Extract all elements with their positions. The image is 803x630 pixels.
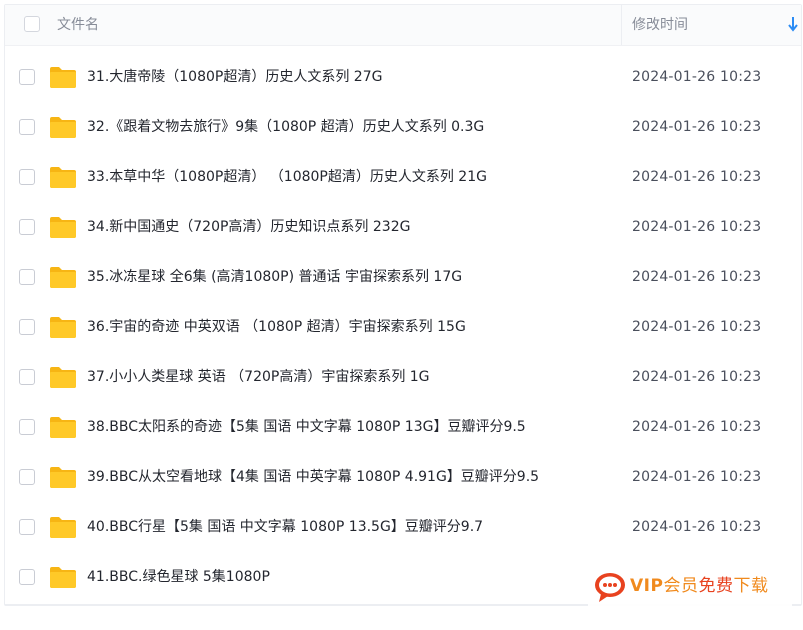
row-checkbox[interactable] [19,169,35,185]
modified-time: 2024-01-26 10:23 [632,469,762,485]
modified-time: 2024-01-26 10:23 [632,369,762,385]
modified-time: 2024-01-26 10:23 [632,269,762,285]
row-checkbox[interactable] [19,419,35,435]
watermark-text: VIP会员免费下载 [630,575,768,597]
file-name[interactable]: 32.《跟着文物去旅行》9集（1080P 超清）历史人文系列 0.3G [87,117,484,137]
modified-time: 2024-01-26 10:23 [632,169,762,185]
watermark-download: 下载 [733,576,769,596]
folder-icon[interactable] [49,515,77,539]
file-row[interactable]: 32.《跟着文物去旅行》9集（1080P 超清）历史人文系列 0.3G 2024-… [5,103,801,153]
row-checkbox[interactable] [19,269,35,285]
file-row[interactable]: 34.新中国通史（720P高清）历史知识点系列 232G 2024-01-26 1… [5,203,801,253]
row-checkbox[interactable] [19,369,35,385]
file-name[interactable]: 39.BBC从太空看地球【4集 国语 中英字幕 1080P 4.91G】豆瓣评分… [87,467,539,487]
row-checkbox[interactable] [19,219,35,235]
list-header: 文件名 修改时间 [5,5,801,46]
file-row[interactable]: 37.小小人类星球 英语 （720P高清）宇宙探索系列 1G 2024-01-26… [5,353,801,403]
watermark-member: 会员 [663,576,699,596]
file-name[interactable]: 36.宇宙的奇迹 中英双语 （1080P 超清）宇宙探索系列 15G [87,317,466,337]
folder-icon[interactable] [49,315,77,339]
chat-bubble-icon [595,573,625,602]
arrow-down-icon[interactable] [787,15,799,33]
file-row[interactable]: 36.宇宙的奇迹 中英双语 （1080P 超清）宇宙探索系列 15G 2024-0… [5,303,801,353]
folder-icon[interactable] [49,165,77,189]
watermark: VIP会员免费下载 [588,566,792,608]
file-name[interactable]: 31.大唐帝陵（1080P超清）历史人文系列 27G [87,67,382,87]
file-name[interactable]: 37.小小人类星球 英语 （720P高清）宇宙探索系列 1G [87,367,430,387]
file-list-page: 文件名 修改时间 31.大唐帝陵（1080P超清）历史人文系列 27G 2024-… [0,0,803,630]
modified-time: 2024-01-26 10:23 [632,319,762,335]
folder-icon[interactable] [49,215,77,239]
folder-icon[interactable] [49,365,77,389]
folder-icon[interactable] [49,65,77,89]
file-row[interactable]: 33.本草中华（1080P超清） （1080P超清）历史人文系列 21G 2024… [5,153,801,203]
select-all-checkbox[interactable] [24,16,40,32]
folder-icon[interactable] [49,265,77,289]
row-checkbox[interactable] [19,569,35,585]
watermark-vip: VIP [630,576,664,596]
modified-time: 2024-01-26 10:23 [632,219,762,235]
file-name[interactable]: 35.冰冻星球 全6集 (高清1080P) 普通话 宇宙探索系列 17G [87,267,462,287]
column-header-name[interactable]: 文件名 [57,15,99,35]
folder-icon[interactable] [49,565,77,589]
file-row[interactable]: 31.大唐帝陵（1080P超清）历史人文系列 27G 2024-01-26 10:… [5,53,801,103]
file-row[interactable]: 40.BBC行星【5集 国语 中文字幕 1080P 13.5G】豆瓣评分9.7 2… [5,503,801,553]
modified-time: 2024-01-26 10:23 [632,519,762,535]
file-row[interactable]: 35.冰冻星球 全6集 (高清1080P) 普通话 宇宙探索系列 17G 2024… [5,253,801,303]
file-name[interactable]: 34.新中国通史（720P高清）历史知识点系列 232G [87,217,410,237]
modified-time: 2024-01-26 10:23 [632,119,762,135]
file-row[interactable]: 38.BBC太阳系的奇迹【5集 国语 中文字幕 1080P 13G】豆瓣评分9.… [5,403,801,453]
watermark-free: 免费 [698,576,734,596]
modified-time: 2024-01-26 10:23 [632,69,762,85]
folder-icon[interactable] [49,415,77,439]
row-checkbox[interactable] [19,119,35,135]
row-checkbox[interactable] [19,69,35,85]
file-name[interactable]: 38.BBC太阳系的奇迹【5集 国语 中文字幕 1080P 13G】豆瓣评分9.… [87,417,526,437]
file-name[interactable]: 40.BBC行星【5集 国语 中文字幕 1080P 13.5G】豆瓣评分9.7 [87,517,483,537]
file-name[interactable]: 33.本草中华（1080P超清） （1080P超清）历史人文系列 21G [87,167,487,187]
folder-icon[interactable] [49,115,77,139]
row-checkbox[interactable] [19,519,35,535]
modified-time: 2024-01-26 10:23 [632,419,762,435]
row-checkbox[interactable] [19,319,35,335]
row-checkbox[interactable] [19,469,35,485]
column-header-time[interactable]: 修改时间 [632,15,688,35]
column-divider[interactable] [621,5,622,45]
file-name[interactable]: 41.BBC.绿色星球 5集1080P [87,567,270,587]
folder-icon[interactable] [49,465,77,489]
file-row[interactable]: 39.BBC从太空看地球【4集 国语 中英字幕 1080P 4.91G】豆瓣评分… [5,453,801,503]
